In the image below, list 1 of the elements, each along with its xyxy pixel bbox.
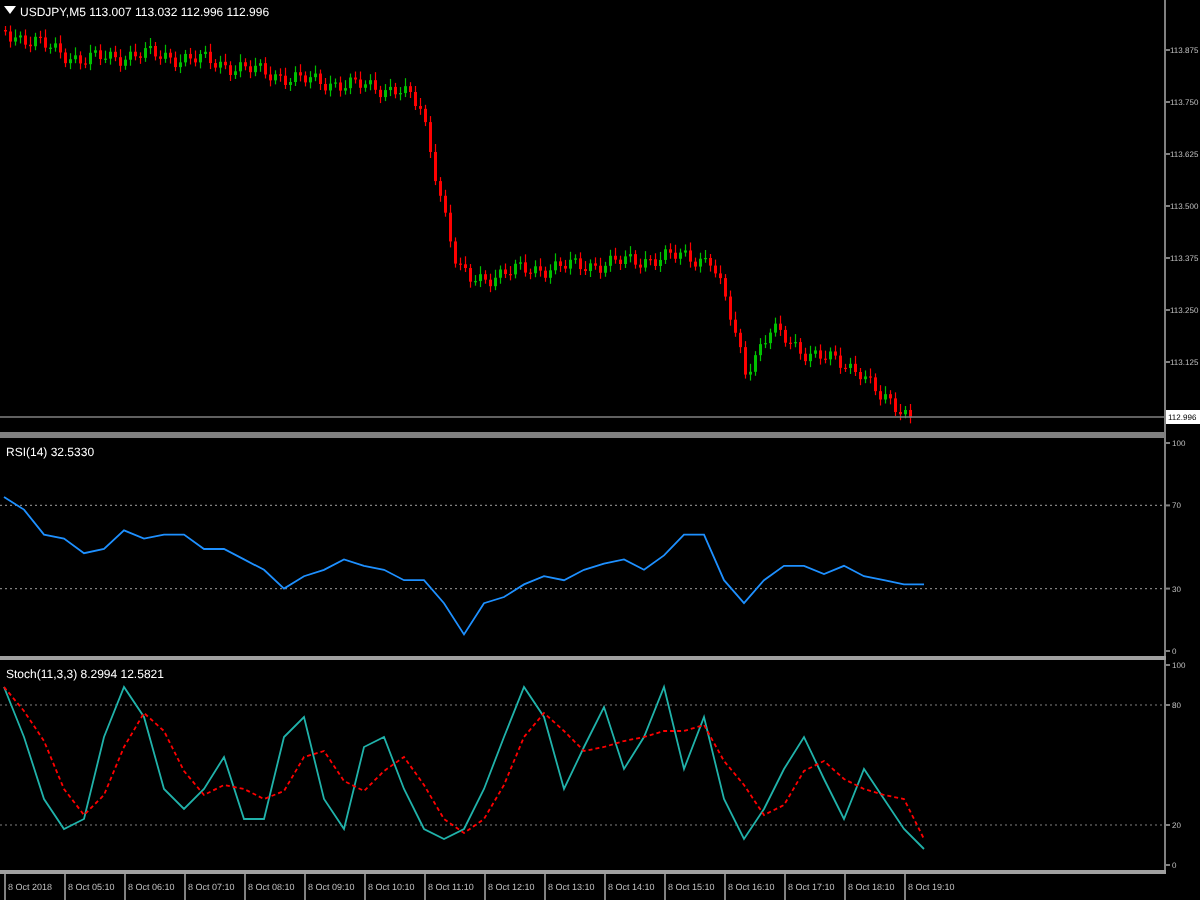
dropdown-triangle-icon[interactable]: [4, 6, 16, 14]
